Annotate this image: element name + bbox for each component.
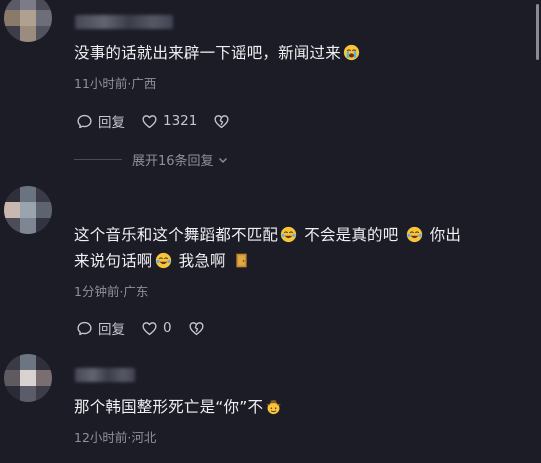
comment-bubble-icon bbox=[77, 321, 92, 335]
comment-bubble-icon bbox=[77, 114, 92, 128]
expand-replies-button[interactable]: 展开16条回复 bbox=[74, 150, 229, 169]
expand-replies-label: 展开16条回复 bbox=[132, 154, 214, 169]
like-button[interactable]: 0 bbox=[141, 320, 172, 337]
comment-text: 没事的话就出来辟一下谣吧，新闻过来 bbox=[74, 40, 362, 66]
tears-of-joy-emoji-icon bbox=[280, 226, 297, 243]
username-redacted[interactable] bbox=[75, 368, 135, 382]
door-emoji-icon bbox=[236, 253, 247, 268]
heart-icon bbox=[142, 321, 157, 335]
reply-button[interactable]: 回复 bbox=[76, 318, 125, 338]
heart-icon bbox=[142, 114, 157, 128]
comment-text-content: 那个韩国整形死亡是“你”不 bbox=[74, 398, 264, 416]
comment-actions: 回复 0 bbox=[76, 318, 205, 338]
scrollbar[interactable] bbox=[536, 4, 539, 60]
comment-actions: 回复 1321 bbox=[76, 111, 230, 131]
comment-text-line-2a: 来说句话啊 bbox=[74, 252, 153, 270]
broken-heart-icon bbox=[214, 114, 229, 128]
comment-text: 那个韩国整形死亡是“你”不 bbox=[74, 394, 284, 420]
chevron-down-icon bbox=[218, 157, 227, 163]
avatar[interactable] bbox=[4, 0, 52, 42]
comment-text-part-1: 这个音乐和这个舞蹈都不匹配 bbox=[74, 226, 279, 244]
comment-text-part-3: 你出 bbox=[429, 226, 462, 244]
username-redacted[interactable] bbox=[75, 15, 173, 29]
comment-meta: 12小时前·河北 bbox=[74, 430, 157, 445]
loudly-crying-face-emoji-icon bbox=[343, 44, 360, 61]
avatar[interactable] bbox=[4, 354, 52, 402]
cowboy-hat-emoji-icon bbox=[266, 400, 282, 415]
comment-text-part-2: 不会是真的吧 bbox=[304, 226, 399, 244]
like-count: 1321 bbox=[163, 113, 198, 129]
broken-heart-icon bbox=[189, 321, 204, 335]
comment-text: 这个音乐和这个舞蹈都不匹配 不会是真的吧 你出 来说句话啊 我急啊 bbox=[74, 222, 534, 274]
like-button[interactable]: 1321 bbox=[141, 113, 197, 130]
comment-text-line-2b: 我急啊 bbox=[178, 252, 226, 270]
comment-list: 没事的话就出来辟一下谣吧，新闻过来 11小时前·广西 回复 1321 展开16条… bbox=[0, 0, 541, 463]
dislike-button[interactable] bbox=[188, 320, 205, 337]
like-count: 0 bbox=[163, 320, 172, 336]
reply-label: 回复 bbox=[98, 322, 125, 338]
tears-of-joy-emoji-icon bbox=[155, 252, 171, 269]
comment-meta: 11小时前·广西 bbox=[74, 76, 157, 91]
divider-line bbox=[74, 159, 122, 160]
reply-button[interactable]: 回复 bbox=[76, 111, 125, 131]
tears-of-joy-emoji-icon bbox=[406, 226, 422, 243]
avatar[interactable] bbox=[4, 186, 52, 234]
dislike-button[interactable] bbox=[213, 113, 230, 130]
reply-label: 回复 bbox=[98, 115, 125, 131]
comment-meta: 1分钟前·广东 bbox=[74, 284, 149, 299]
comment-text-content: 没事的话就出来辟一下谣吧，新闻过来 bbox=[74, 44, 341, 62]
